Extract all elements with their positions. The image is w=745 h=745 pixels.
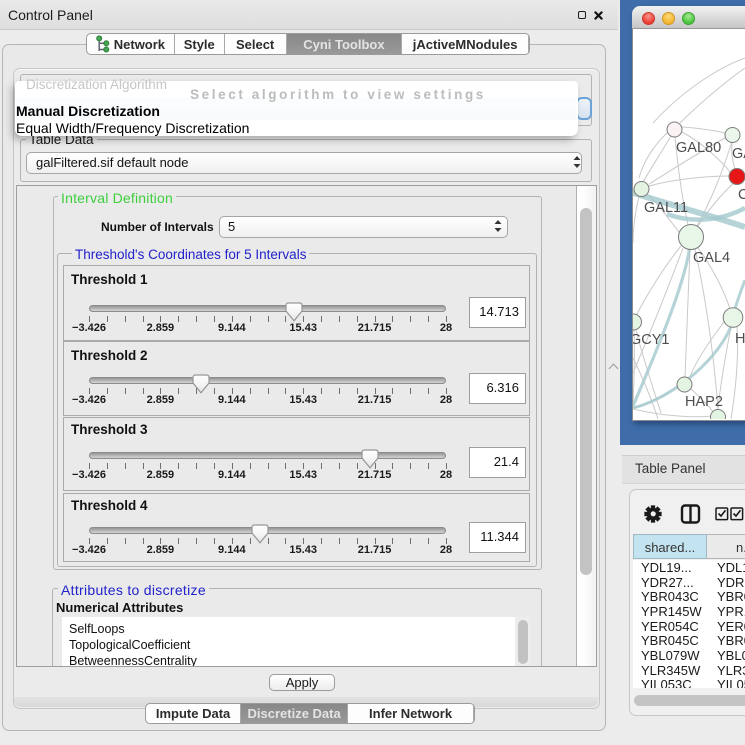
svg-text:GAL80: GAL80 (676, 140, 721, 156)
svg-text:GCY1: GCY1 (633, 332, 670, 348)
svg-text:GAL4: GAL4 (693, 250, 730, 266)
svg-text:H: H (735, 331, 745, 347)
svg-text:HAP2: HAP2 (685, 394, 723, 410)
svg-text:C: C (738, 187, 745, 203)
svg-text:GAL11: GAL11 (644, 200, 688, 216)
svg-text:GA: GA (732, 146, 745, 162)
